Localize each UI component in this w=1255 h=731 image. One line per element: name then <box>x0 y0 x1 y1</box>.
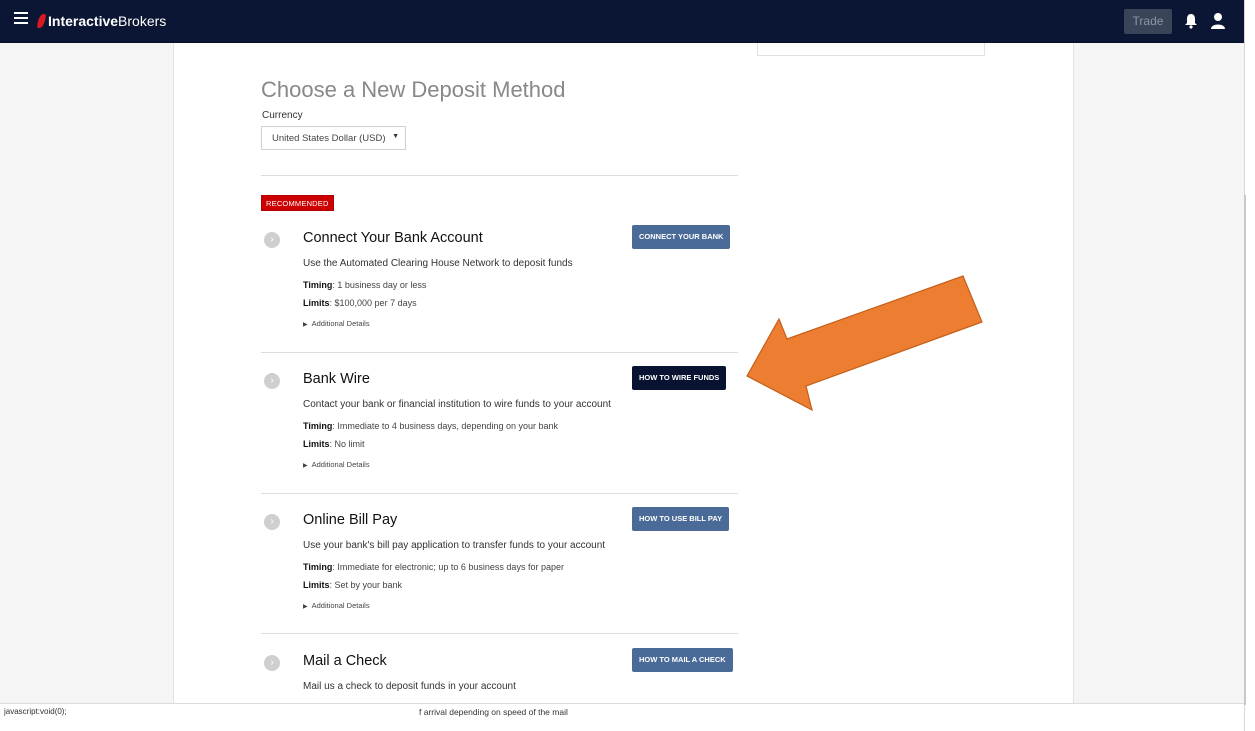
additional-details-toggle[interactable]: ▶ Additional Details <box>303 601 370 610</box>
chevron-right-icon[interactable]: › <box>264 373 280 389</box>
status-url: javascript:void(0); <box>4 707 67 716</box>
method-limits: Limits: No limit <box>303 439 365 449</box>
brand-logo[interactable]: InteractiveBrokers <box>36 13 167 29</box>
side-panel-box <box>757 43 985 56</box>
method-limits: Limits: $100,000 per 7 days <box>303 298 417 308</box>
method-title: Bank Wire <box>303 371 370 387</box>
method-description: Mail us a check to deposit funds in your… <box>303 681 516 692</box>
divider <box>261 493 738 494</box>
timing-value: : Immediate for electronic; up to 6 busi… <box>332 562 564 572</box>
method-timing: Timing: Immediate for electronic; up to … <box>303 562 564 572</box>
user-icon[interactable] <box>1210 12 1226 30</box>
method-timing: Timing: 1 business day or less <box>303 280 426 290</box>
limits-value: : $100,000 per 7 days <box>329 298 417 308</box>
deposit-method-ach: › Connect Your Bank Account Use the Auto… <box>262 225 738 340</box>
method-description: Use the Automated Clearing House Network… <box>303 258 573 269</box>
currency-label: Currency <box>262 110 303 121</box>
top-nav-bar: InteractiveBrokers Trade <box>0 0 1244 43</box>
timing-label: Timing <box>303 280 333 290</box>
divider <box>261 633 738 634</box>
limits-value: : Set by your bank <box>329 580 403 590</box>
additional-details-label: Additional Details <box>311 601 370 610</box>
additional-details-toggle[interactable]: ▶ Additional Details <box>303 460 370 469</box>
limits-label: Limits <box>303 298 330 308</box>
method-description: Use your bank's bill pay application to … <box>303 540 606 551</box>
method-timing: Timing: Immediate to 4 business days, de… <box>303 421 558 431</box>
additional-details-label: Additional Details <box>311 319 370 328</box>
timing-label: Timing <box>303 421 333 431</box>
browser-status-bar: javascript:void(0); f arrival depending … <box>0 703 1244 721</box>
right-gutter <box>1073 43 1245 703</box>
chevron-right-icon[interactable]: › <box>264 514 280 530</box>
how-to-use-bill-pay-button[interactable]: HOW TO USE BILL PAY <box>632 507 730 531</box>
caret-right-icon: ▶ <box>303 604 308 610</box>
page-title: Choose a New Deposit Method <box>261 76 566 102</box>
bottom-strip <box>0 720 1244 731</box>
how-to-mail-a-check-button[interactable]: HOW TO MAIL A CHECK <box>632 648 733 672</box>
currency-select[interactable]: United States Dollar (USD) ▼ <box>261 126 406 150</box>
bell-icon[interactable] <box>1184 13 1198 29</box>
recommended-badge: RECOMMENDED <box>261 195 334 211</box>
method-description: Contact your bank or financial instituti… <box>303 399 611 410</box>
timing-label: Timing <box>303 562 333 572</box>
additional-details-label: Additional Details <box>311 460 370 469</box>
deposit-method-check: › Mail a Check Mail us a check to deposi… <box>262 648 738 703</box>
chevron-right-icon[interactable]: › <box>264 232 280 248</box>
deposit-method-wire: › Bank Wire Contact your bank or financi… <box>262 366 738 481</box>
brand-name-regular: Brokers <box>118 13 167 29</box>
chevron-right-icon[interactable]: › <box>264 655 280 671</box>
currency-select-value: United States Dollar (USD) <box>272 133 386 144</box>
method-title: Online Bill Pay <box>303 512 398 528</box>
timing-value: : Immediate to 4 business days, dependin… <box>332 421 558 431</box>
method-title: Mail a Check <box>303 653 387 669</box>
trade-button[interactable]: Trade <box>1124 9 1172 34</box>
connect-your-bank-button[interactable]: CONNECT YOUR BANK <box>632 225 731 249</box>
divider <box>261 175 738 176</box>
how-to-wire-funds-button[interactable]: HOW TO WIRE FUNDS <box>632 366 727 390</box>
method-title: Connect Your Bank Account <box>303 230 483 246</box>
caret-right-icon: ▶ <box>303 463 308 469</box>
limits-label: Limits <box>303 580 330 590</box>
divider <box>261 352 738 353</box>
hamburger-menu-icon[interactable] <box>14 12 28 26</box>
flame-icon <box>36 14 47 28</box>
limits-label: Limits <box>303 439 330 449</box>
status-overflow-text: f arrival depending on speed of the mail <box>419 707 568 717</box>
caret-right-icon: ▶ <box>303 322 308 328</box>
limits-value: : No limit <box>329 439 365 449</box>
additional-details-toggle[interactable]: ▶ Additional Details <box>303 319 370 328</box>
caret-down-icon: ▼ <box>392 133 399 140</box>
brand-name-bold: Interactive <box>48 13 119 29</box>
orange-arrow-icon <box>746 275 983 412</box>
timing-value: : 1 business day or less <box>332 280 427 290</box>
deposit-method-bill-pay: › Online Bill Pay Use your bank's bill p… <box>262 507 738 622</box>
scrollbar[interactable] <box>1244 195 1246 705</box>
method-limits: Limits: Set by your bank <box>303 580 402 590</box>
left-gutter <box>0 43 174 703</box>
